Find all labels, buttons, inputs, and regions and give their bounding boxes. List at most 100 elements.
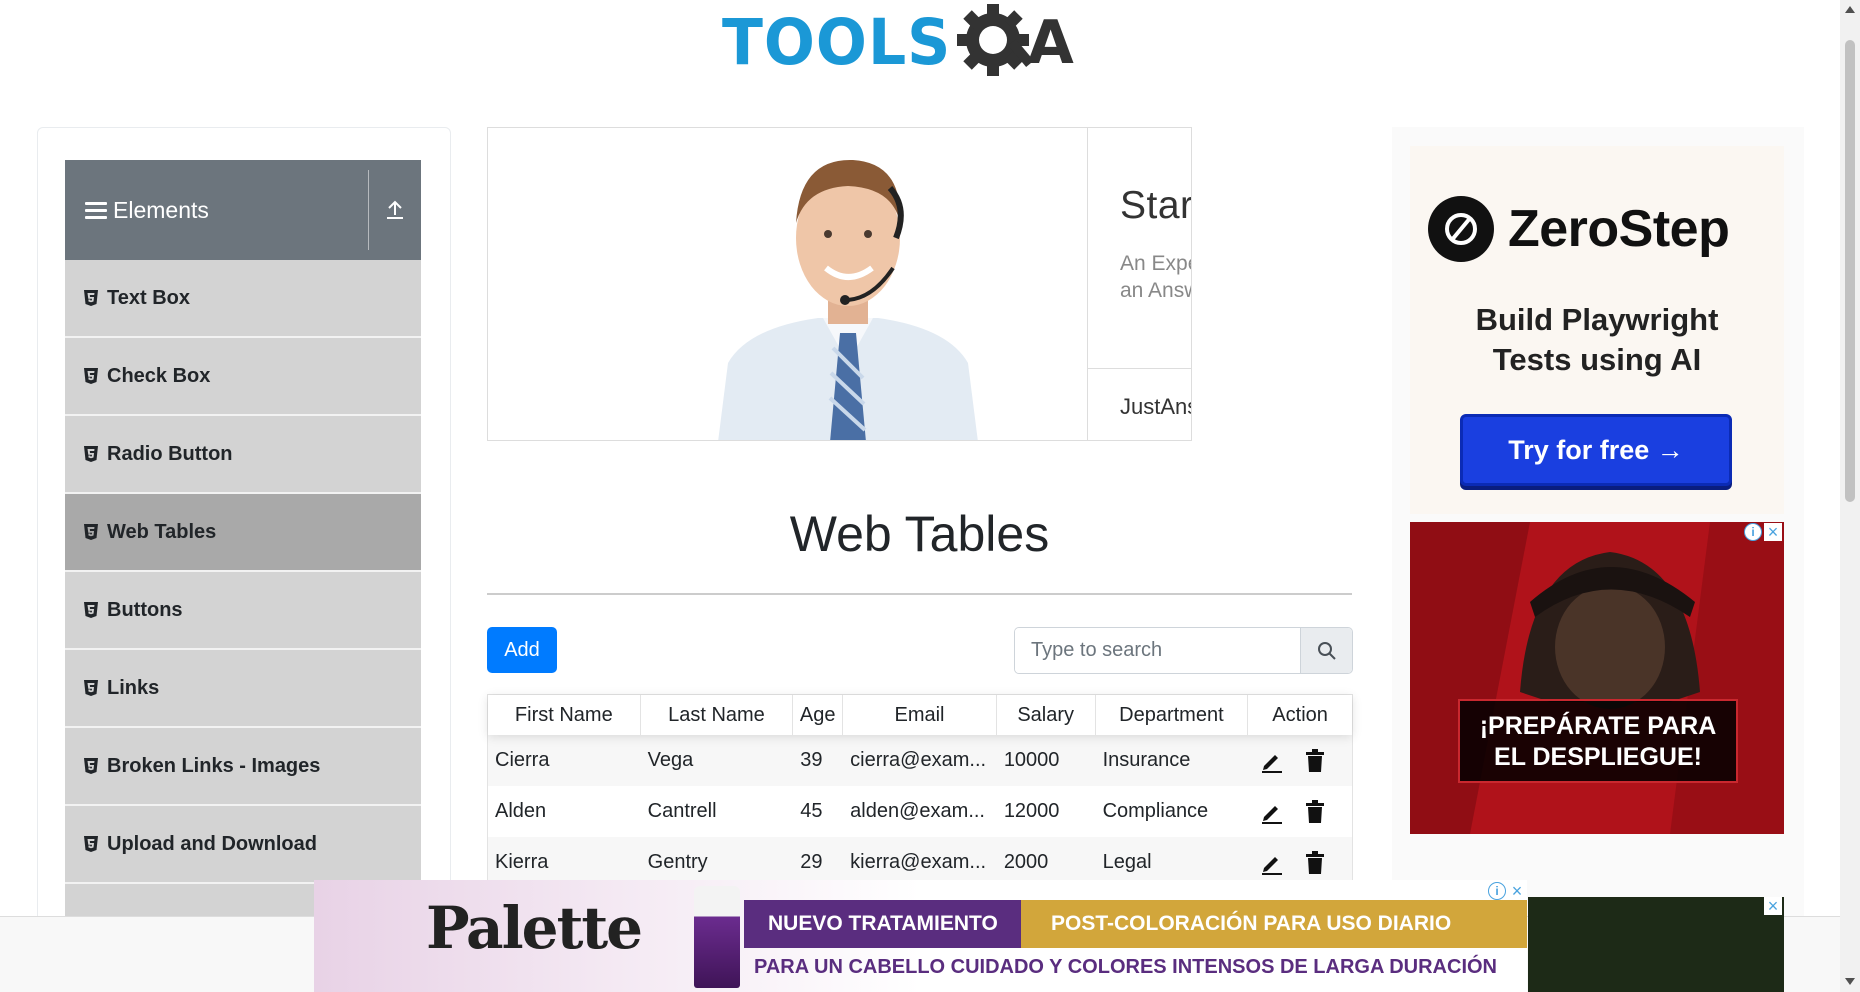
ad-dark-banner[interactable]: × [1528, 897, 1784, 992]
cell-age: 39 [800, 749, 823, 771]
edit-icon[interactable] [1260, 851, 1284, 875]
web-table: First Name Last Name Age Email Salary De… [487, 694, 1353, 889]
table-row: Alden Cantrell 45 alden@exam... 12000 Co… [488, 786, 1352, 837]
add-button[interactable]: Add [487, 627, 557, 673]
ad-brand: JustAnswer [1120, 394, 1191, 419]
cell-first-name: Cierra [495, 749, 550, 771]
cell-department: Insurance [1102, 749, 1191, 771]
edit-icon[interactable] [1260, 800, 1284, 824]
cell-department: Legal [1102, 851, 1152, 873]
html5-icon [84, 680, 98, 696]
product-bottle-image [694, 886, 740, 988]
sidebar-item-broken-links[interactable]: Broken Links - Images [65, 728, 421, 806]
search-icon [1317, 641, 1336, 660]
cell-email: cierra@exam... [850, 749, 987, 771]
zerostep-tagline-2: Tests using AI [1492, 342, 1702, 377]
zerostep-logo: ZeroStep [1428, 196, 1730, 262]
adchoices-icon[interactable]: i [1488, 882, 1506, 900]
zerostep-tagline: Build Playwright Tests using AI [1410, 300, 1784, 380]
cell-action [1248, 850, 1352, 875]
logo-text-a: A [1027, 8, 1074, 78]
cell-first-name: Alden [495, 800, 547, 822]
left-panel: Elements Text Box Check Box Radio Button… [37, 127, 451, 992]
sidebar-item-label: Buttons [107, 598, 183, 621]
cell-salary: 12000 [1003, 800, 1060, 822]
sidebar-item-text-box[interactable]: Text Box [65, 260, 421, 338]
search-input[interactable] [1015, 628, 1300, 673]
table-row: Cierra Vega 39 cierra@exam... 10000 Insu… [488, 735, 1352, 786]
html5-icon [84, 758, 98, 774]
sidebar-item-buttons[interactable]: Buttons [65, 572, 421, 650]
html5-icon [84, 524, 98, 540]
collapse-toggle[interactable] [369, 199, 421, 221]
zerostep-mark-icon [1428, 196, 1494, 262]
html5-icon [84, 446, 98, 462]
element-list: Text Box Check Box Radio Button Web Tabl… [65, 260, 421, 962]
sidebar-item-label: Radio Button [107, 442, 233, 465]
html5-icon [84, 836, 98, 852]
sidebar-item-label: Web Tables [107, 520, 217, 543]
sidebar-item-label: Upload and Download [107, 832, 317, 855]
column-header-action[interactable]: Action [1248, 695, 1352, 735]
column-header-department[interactable]: Department [1096, 695, 1249, 735]
ad-subline-2: an Answer ASAP. [1120, 279, 1191, 302]
cell-salary: 2000 [1003, 851, 1049, 873]
search-button[interactable] [1300, 628, 1352, 673]
sidebar-item-label: Broken Links - Images [107, 754, 321, 777]
close-icon[interactable]: × [1508, 882, 1526, 900]
sidebar-item-label: Text Box [107, 286, 190, 309]
ad-game-text-1: ¡PREPÁRATE PARA [1479, 712, 1717, 740]
site-logo[interactable]: TOOLS A [722, 0, 1074, 86]
zerostep-name: ZeroStep [1508, 200, 1730, 258]
trash-icon[interactable] [1304, 748, 1326, 773]
try-for-free-button[interactable]: Try for free → [1460, 414, 1732, 486]
ad-palette[interactable]: Palette NUEVO TRATAMIENTO POST-COLORACIÓ… [314, 880, 1527, 992]
group-header-elements[interactable]: Elements [65, 160, 421, 260]
cell-action [1248, 748, 1352, 773]
ad-headline: Start Chatting [1120, 184, 1191, 227]
cell-department: Compliance [1102, 800, 1209, 822]
table-header: First Name Last Name Age Email Salary De… [488, 695, 1352, 735]
close-icon[interactable]: × [1764, 523, 1782, 541]
column-header-email[interactable]: Email [843, 695, 997, 735]
palette-line-2: PARA UN CABELLO CUIDADO Y COLORES INTENS… [754, 956, 1497, 978]
cell-salary: 10000 [1003, 749, 1060, 771]
page-title: Web Tables [789, 506, 1050, 562]
column-header-age[interactable]: Age [793, 695, 844, 735]
edit-icon[interactable] [1260, 749, 1284, 773]
ad-game-banner: ¡PREPÁRATE PARA EL DESPLIEGUE! [1458, 699, 1738, 783]
soldier-image [1410, 522, 1784, 834]
sidebar-item-label: Links [107, 676, 160, 699]
ad-justanswer[interactable]: Start Chatting An Expert Will Answer in … [487, 127, 1192, 441]
sidebar-item-check-box[interactable]: Check Box [65, 338, 421, 416]
scroll-down-icon[interactable] [1845, 978, 1855, 985]
cell-last-name: Cantrell [647, 800, 717, 822]
html5-icon [84, 368, 98, 384]
ad-zerostep[interactable]: ZeroStep Build Playwright Tests using AI… [1410, 146, 1784, 514]
trash-icon[interactable] [1304, 850, 1326, 875]
cell-last-name: Vega [647, 749, 694, 771]
ad-subline: An Expert Will Answer in Mi an Answer AS… [1120, 250, 1191, 304]
cell-action [1248, 799, 1352, 824]
close-icon[interactable]: × [1764, 897, 1782, 915]
cell-last-name: Gentry [647, 851, 708, 873]
column-header-salary[interactable]: Salary [997, 695, 1096, 735]
palette-band-1: NUEVO TRATAMIENTO [744, 900, 1021, 948]
ad-game[interactable]: ¡PREPÁRATE PARA EL DESPLIEGUE! i × [1410, 522, 1784, 834]
sidebar-item-radio-button[interactable]: Radio Button [65, 416, 421, 494]
cell-age: 45 [800, 800, 823, 822]
sidebar-item-upload-download[interactable]: Upload and Download [65, 806, 421, 884]
column-header-first-name[interactable]: First Name [488, 695, 641, 735]
scrollbar-thumb[interactable] [1845, 40, 1855, 502]
trash-icon[interactable] [1304, 799, 1326, 824]
sidebar-item-web-tables[interactable]: Web Tables [65, 494, 421, 572]
html5-icon [84, 602, 98, 618]
scroll-up-icon[interactable] [1845, 6, 1855, 13]
column-header-last-name[interactable]: Last Name [641, 695, 794, 735]
ad-game-text-2: EL DESPLIEGUE! [1494, 743, 1702, 771]
title-divider [487, 593, 1352, 595]
logo-text-tools: TOOLS [722, 6, 952, 80]
page-scrollbar[interactable] [1840, 0, 1860, 992]
sidebar-item-links[interactable]: Links [65, 650, 421, 728]
adchoices-icon[interactable]: i [1744, 523, 1762, 541]
